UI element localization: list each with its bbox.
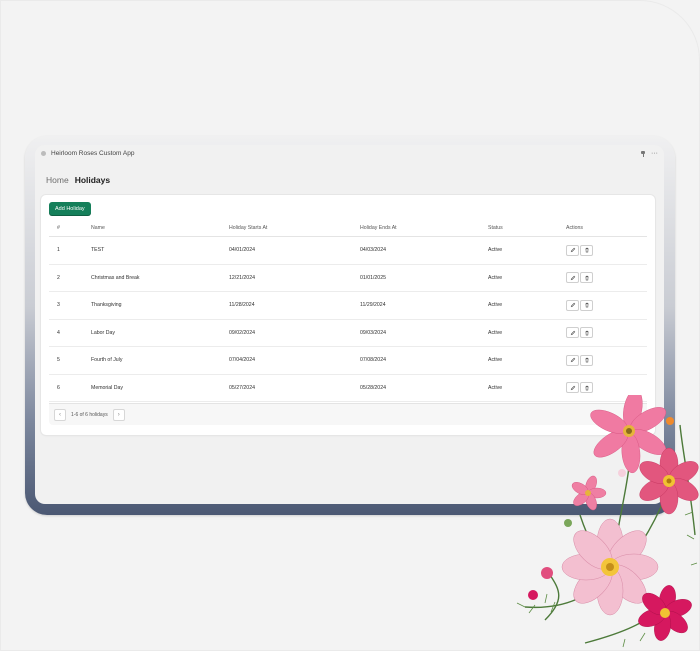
trash-icon (585, 330, 588, 336)
pin-icon[interactable] (641, 150, 645, 157)
column-header-actions: Actions (558, 219, 647, 237)
title-bar: Heirloom Roses Custom App ··· (35, 145, 664, 162)
cell-end: 09/03/2024 (352, 319, 480, 347)
breadcrumb: Home Holidays (35, 162, 664, 191)
pagination-prev-button[interactable]: ‹ (54, 408, 66, 421)
app-logo-icon (41, 151, 46, 156)
pagination-summary: 1-6 of 6 holidays (71, 411, 108, 418)
edit-button[interactable] (566, 299, 579, 311)
cosmos-flowers-decoration (516, 395, 699, 648)
cell-actions (558, 291, 647, 320)
cell-name: Memorial Day (83, 374, 221, 402)
cell-status: Active (480, 264, 558, 292)
delete-button[interactable] (580, 354, 593, 366)
trash-icon (585, 275, 588, 281)
cell-start: 11/28/2024 (221, 291, 352, 320)
pencil-icon (570, 275, 575, 280)
cell-end: 01/01/2025 (352, 264, 480, 292)
chevron-left-icon: ‹ (59, 411, 61, 418)
table-row: 5 Fourth of July 07/04/2024 07/08/2024 A… (49, 346, 647, 375)
cell-status: Active (480, 236, 558, 265)
cell-end: 07/08/2024 (352, 346, 480, 375)
cell-start: 09/02/2024 (221, 319, 352, 347)
cell-name: TEST (83, 236, 221, 265)
more-icon[interactable]: ··· (651, 150, 658, 157)
edit-button[interactable] (566, 327, 579, 339)
app-title: Heirloom Roses Custom App (51, 150, 135, 157)
cell-index: 1 (49, 236, 83, 265)
holidays-table: # Name Holiday Starts At Holiday Ends At… (49, 219, 647, 402)
small-pink-flower-left (571, 475, 607, 511)
page-title: Holidays (74, 175, 111, 185)
pagination-next-button[interactable]: › (112, 408, 125, 421)
cell-actions (558, 264, 647, 292)
cell-actions (558, 236, 647, 265)
edit-button[interactable] (566, 382, 579, 394)
delete-button[interactable] (580, 272, 593, 284)
column-header-start: Holiday Starts At (221, 219, 352, 237)
trash-icon (585, 248, 588, 253)
cell-end: 05/28/2024 (352, 374, 480, 402)
chevron-right-icon: › (117, 411, 120, 418)
trash-icon (585, 303, 588, 308)
pencil-icon (570, 330, 575, 335)
table-row: 3 Thanksgiving 11/28/2024 11/29/2024 Act… (49, 291, 647, 320)
table-row: 4 Labor Day 09/02/2024 09/03/2024 Active (49, 319, 647, 347)
pink-cosmos-flower-top (590, 395, 667, 474)
column-header-name: Name (83, 219, 221, 237)
table-header-row: # Name Holiday Starts At Holiday Ends At… (49, 219, 647, 237)
magenta-cosmos-flower-right (639, 447, 699, 515)
cell-end: 11/29/2024 (352, 291, 480, 320)
cell-actions (558, 346, 647, 375)
edit-button[interactable] (566, 244, 579, 256)
table-row: 1 TEST 04/01/2024 04/03/2024 Active (49, 236, 647, 265)
column-header-end: Holiday Ends At (352, 219, 480, 237)
trash-icon (585, 385, 588, 391)
cell-name: Christmas and Break (83, 264, 221, 292)
edit-button[interactable] (566, 354, 579, 366)
delete-button[interactable] (580, 327, 593, 339)
cell-index: 2 (49, 264, 83, 292)
cell-start: 07/04/2024 (221, 346, 352, 375)
table-row: 2 Christmas and Break 12/21/2024 01/01/2… (49, 264, 647, 292)
cell-start: 05/27/2024 (221, 374, 352, 402)
cell-start: 04/01/2024 (221, 236, 352, 265)
cell-start: 12/21/2024 (221, 264, 352, 292)
cell-index: 5 (49, 346, 83, 375)
breadcrumb-home-link[interactable]: Home (46, 175, 69, 185)
cell-status: Active (480, 291, 558, 320)
pencil-icon (570, 248, 575, 253)
cell-end: 04/03/2024 (352, 236, 480, 265)
delete-button[interactable] (580, 382, 593, 394)
add-holiday-button[interactable]: Add Holiday (49, 202, 91, 216)
cell-actions (558, 319, 647, 347)
delete-button[interactable] (580, 244, 593, 256)
cell-status: Active (480, 319, 558, 347)
cell-index: 3 (49, 291, 83, 320)
cell-status: Active (480, 346, 558, 375)
edit-button[interactable] (566, 272, 579, 284)
trash-icon (585, 358, 588, 363)
title-bar-actions: ··· (641, 150, 658, 157)
cell-name: Labor Day (83, 319, 221, 347)
cell-index: 4 (49, 319, 83, 347)
cell-index: 6 (49, 374, 83, 402)
pencil-icon (570, 385, 575, 390)
pencil-icon (570, 358, 575, 363)
column-header-status: Status (480, 219, 558, 237)
pencil-icon (570, 303, 575, 308)
delete-button[interactable] (580, 299, 593, 311)
column-header-index: # (49, 219, 83, 237)
cell-name: Fourth of July (83, 346, 221, 375)
cell-name: Thanksgiving (83, 291, 221, 320)
